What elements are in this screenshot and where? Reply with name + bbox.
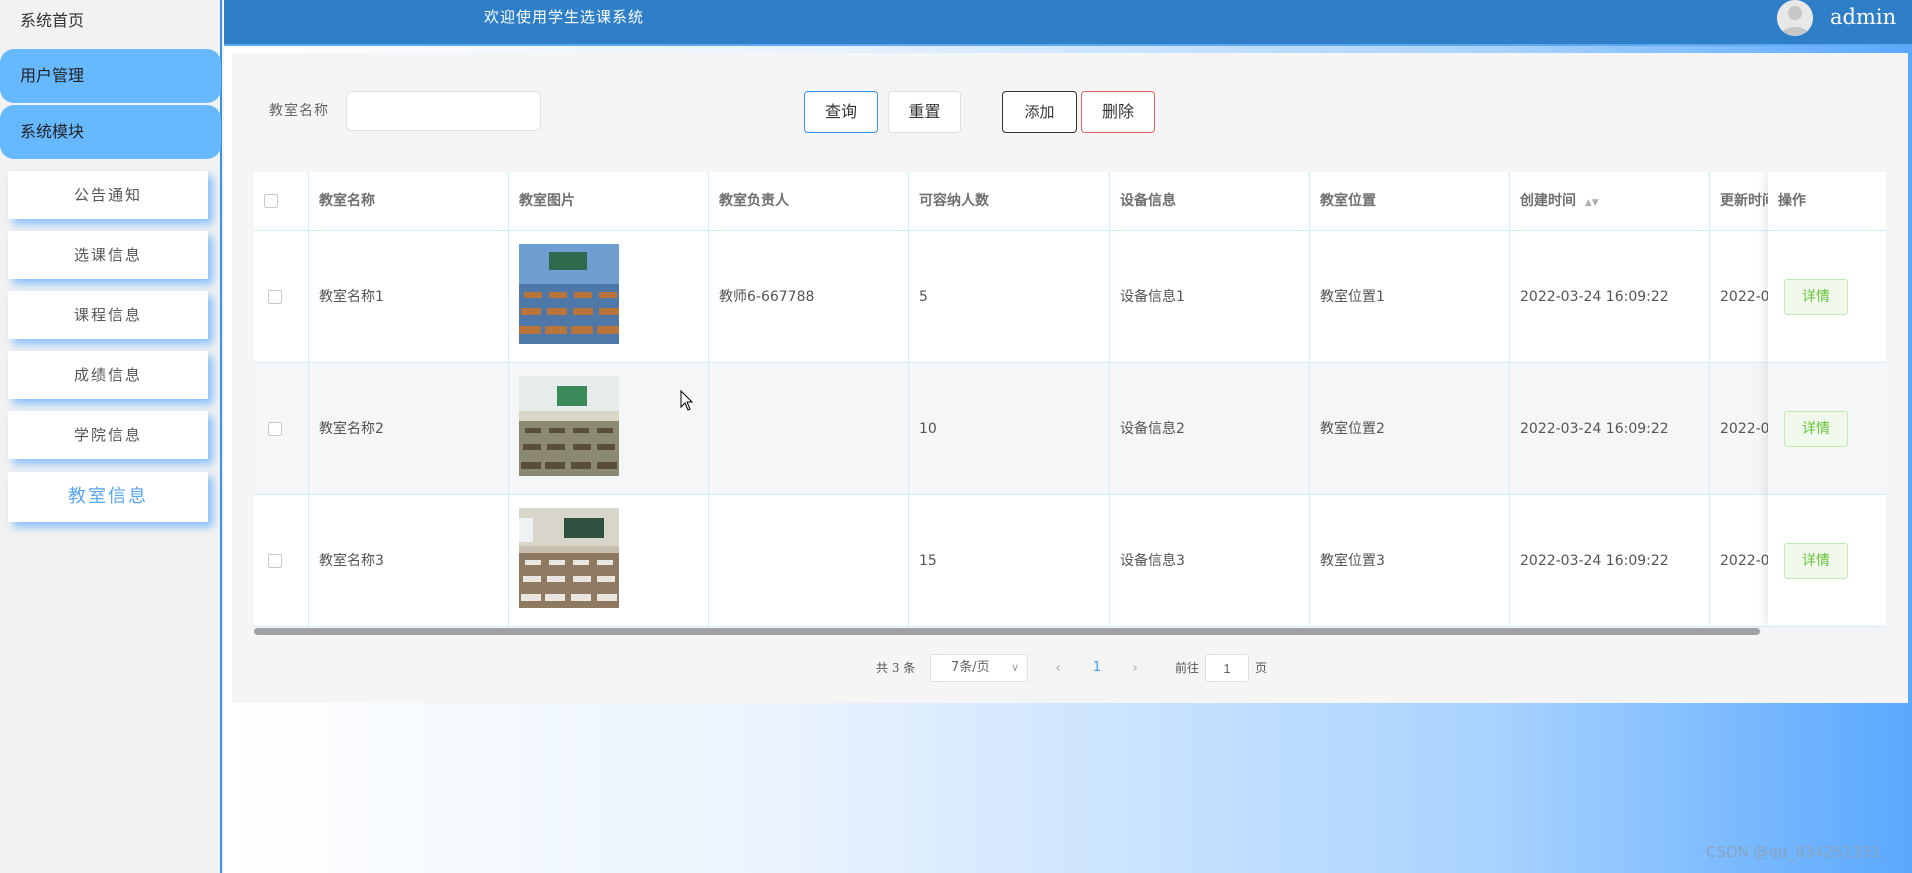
sidebar-group-user-management[interactable]: 用户管理 [0, 49, 221, 103]
column-header-updated: 更新时间 [1710, 172, 1770, 231]
sidebar-item-courses[interactable]: 课程信息 [8, 291, 208, 339]
column-header-manager: 教室负责人 [709, 172, 909, 231]
reset-button[interactable]: 重置 [888, 91, 961, 133]
page-size-select[interactable]: 7条/页 ∨ [930, 654, 1028, 682]
username[interactable]: admin [1830, 0, 1896, 34]
cell-equipment: 设备信息2 [1110, 363, 1310, 495]
column-header-location: 教室位置 [1310, 172, 1510, 231]
sidebar-item-classrooms[interactable]: 教室信息 [8, 472, 208, 522]
column-header-equipment: 设备信息 [1110, 172, 1310, 231]
search-label: 教室名称 [269, 103, 329, 119]
prev-page-button[interactable]: ‹ [1043, 654, 1073, 682]
goto-label: 前往 [1175, 661, 1200, 675]
classroom-table: 教室名称 教室图片 教室负责人 可容纳人数 设备信息 教室位置 创建时间 ▲▼ … [254, 172, 1886, 627]
sidebar-item-grades[interactable]: 成绩信息 [8, 351, 208, 399]
cell-created: 2022-03-24 16:09:22 [1510, 495, 1710, 627]
detail-button[interactable]: 详情 [1784, 411, 1848, 447]
top-header: 欢迎使用学生选课系统 admin [224, 0, 1912, 46]
horizontal-scrollbar[interactable] [254, 628, 1760, 635]
sidebar: 系统首页 用户管理 系统模块 公告通知 选课信息 课程信息 成绩信息 学院信息 … [0, 0, 222, 873]
sidebar-item-course-selection[interactable]: 选课信息 [8, 231, 208, 279]
delete-button[interactable]: 删除 [1081, 91, 1155, 133]
detail-button[interactable]: 详情 [1784, 279, 1848, 315]
page-unit-label: 页 [1255, 661, 1268, 675]
pagination-total: 共 3 条 [876, 661, 916, 675]
row-checkbox[interactable] [268, 290, 282, 304]
sort-icon[interactable]: ▲▼ [1585, 198, 1599, 208]
cell-manager: 教师6-667788 [709, 231, 909, 363]
add-button[interactable]: 添加 [1002, 91, 1077, 133]
cell-location: 教室位置3 [1310, 495, 1510, 627]
cell-capacity: 10 [909, 363, 1110, 495]
cell-location: 教室位置1 [1310, 231, 1510, 363]
watermark: CSDN @qq_834251331 [1706, 843, 1881, 861]
sidebar-item-colleges[interactable]: 学院信息 [8, 411, 208, 459]
page-size-value: 7条/页 [951, 660, 990, 675]
sidebar-item-home[interactable]: 系统首页 [0, 0, 222, 42]
classroom-image [519, 376, 619, 476]
chevron-down-icon: ∨ [1010, 661, 1019, 674]
cell-updated: 2022-0 [1710, 231, 1770, 363]
cell-name: 教室名称1 [309, 231, 509, 363]
cell-location: 教室位置2 [1310, 363, 1510, 495]
table-row: 教室名称2 10 设备信息2 教室位置2 2022-03-24 16:09:22… [254, 363, 1886, 495]
column-header-created-label: 创建时间 [1520, 193, 1576, 209]
detail-button[interactable]: 详情 [1784, 543, 1848, 579]
row-checkbox[interactable] [268, 554, 282, 568]
page-number-button[interactable]: 1 [1080, 654, 1114, 682]
sidebar-group-system-modules[interactable]: 系统模块 [0, 105, 221, 159]
cell-capacity: 15 [909, 495, 1110, 627]
select-all-checkbox[interactable] [264, 194, 278, 208]
cell-equipment: 设备信息3 [1110, 495, 1310, 627]
operations-column: 操作 详情 详情 详情 [1768, 172, 1886, 627]
chevron-right-icon: › [1132, 660, 1138, 676]
classroom-name-input[interactable] [346, 91, 541, 131]
classroom-image [519, 508, 619, 608]
cell-capacity: 5 [909, 231, 1110, 363]
column-header-image: 教室图片 [509, 172, 709, 231]
column-header-actions: 操作 [1768, 172, 1886, 231]
cell-name: 教室名称2 [309, 363, 509, 495]
user-icon [1777, 0, 1813, 36]
avatar[interactable] [1777, 0, 1813, 36]
cell-manager [709, 363, 909, 495]
cell-equipment: 设备信息1 [1110, 231, 1310, 363]
column-header-capacity: 可容纳人数 [909, 172, 1110, 231]
cell-updated: 2022-0 [1710, 495, 1770, 627]
row-checkbox[interactable] [268, 422, 282, 436]
next-page-button[interactable]: › [1120, 654, 1150, 682]
chevron-left-icon: ‹ [1055, 660, 1061, 676]
column-header-created[interactable]: 创建时间 ▲▼ [1510, 172, 1710, 231]
query-button[interactable]: 查询 [804, 91, 878, 133]
sidebar-item-notices[interactable]: 公告通知 [8, 171, 208, 219]
cell-created: 2022-03-24 16:09:22 [1510, 231, 1710, 363]
mouse-cursor-icon [680, 390, 694, 411]
cell-name: 教室名称3 [309, 495, 509, 627]
table-row: 教室名称1 教师6-667788 5 设备信息1 教室位置1 2022-03-2… [254, 231, 1886, 363]
table-header: 教室名称 教室图片 教室负责人 可容纳人数 设备信息 教室位置 创建时间 ▲▼ … [254, 172, 1886, 231]
column-header-name: 教室名称 [309, 172, 509, 231]
cell-manager [709, 495, 909, 627]
classroom-image [519, 244, 619, 344]
welcome-text: 欢迎使用学生选课系统 [484, 8, 645, 26]
cell-updated: 2022-0 [1710, 363, 1770, 495]
table-row: 教室名称3 15 设备信息3 教室位置3 2022-03-24 16:09:22… [254, 495, 1886, 627]
goto-page-input[interactable] [1205, 654, 1249, 682]
cell-created: 2022-03-24 16:09:22 [1510, 363, 1710, 495]
